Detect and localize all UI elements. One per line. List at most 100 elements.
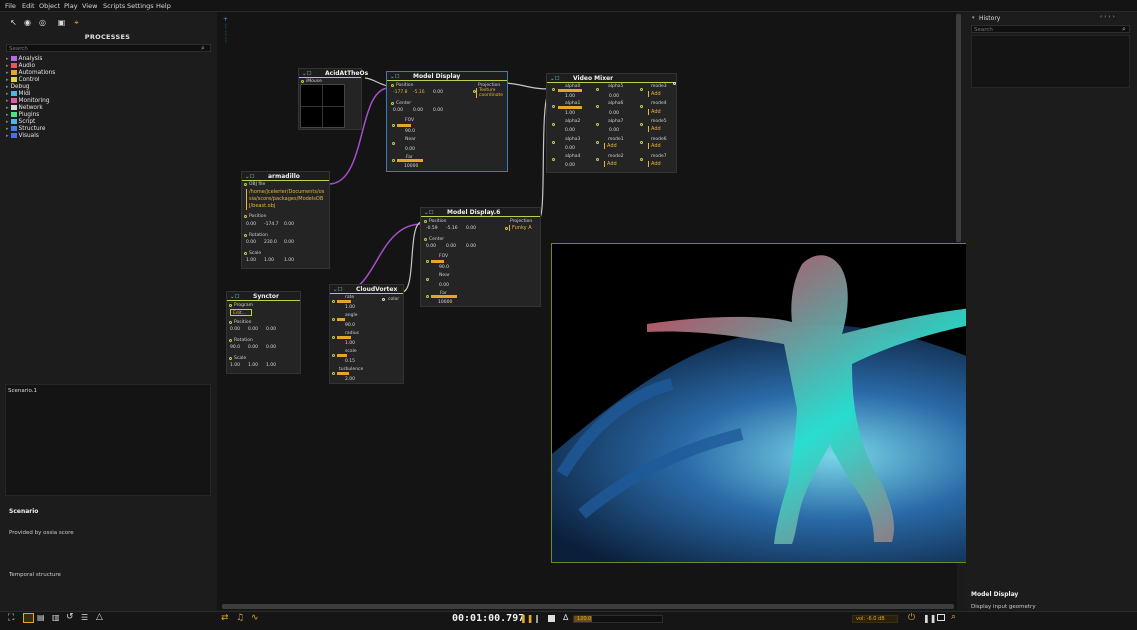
- tempo-field[interactable]: 120.0: [573, 615, 663, 623]
- slider-fill[interactable]: [337, 336, 351, 339]
- add-button[interactable]: Add: [648, 126, 661, 132]
- port[interactable]: [552, 158, 555, 161]
- port[interactable]: [426, 278, 429, 281]
- add-button[interactable]: Add: [604, 161, 617, 167]
- param-value[interactable]: 1.00: [266, 363, 276, 368]
- port[interactable]: [596, 105, 599, 108]
- param-value[interactable]: 0.00: [413, 108, 423, 113]
- port[interactable]: [640, 123, 643, 126]
- param-value[interactable]: 0.00: [433, 90, 443, 95]
- param-value[interactable]: 1.00: [284, 258, 294, 263]
- port[interactable]: [426, 260, 429, 263]
- param-value[interactable]: 0.00: [284, 240, 294, 245]
- slider-fill[interactable]: [397, 124, 411, 127]
- port[interactable]: [424, 238, 427, 241]
- output-port[interactable]: [673, 82, 676, 85]
- projection-value[interactable]: Funky A: [509, 225, 532, 231]
- param-value[interactable]: 0.00: [393, 108, 403, 113]
- param-value[interactable]: 0.00: [433, 108, 443, 113]
- port[interactable]: [391, 102, 394, 105]
- port[interactable]: [596, 88, 599, 91]
- port[interactable]: [391, 84, 394, 87]
- tree-item-control[interactable]: ▸ Control: [6, 77, 39, 84]
- slider-fill[interactable]: [337, 318, 345, 321]
- port[interactable]: [332, 336, 335, 339]
- menu-object[interactable]: Object: [39, 2, 60, 10]
- port[interactable]: [244, 234, 247, 237]
- param-value[interactable]: 0.00: [230, 327, 240, 332]
- curve-icon[interactable]: ∿: [251, 613, 259, 623]
- slider-fill[interactable]: [337, 300, 351, 303]
- add-button[interactable]: Add: [648, 91, 661, 97]
- param-value[interactable]: 0.00: [466, 244, 476, 249]
- port[interactable]: [392, 142, 395, 145]
- pause-all-icon[interactable]: ‖: [535, 614, 539, 623]
- node-title[interactable]: ⌄☐ CloudVortex: [330, 285, 403, 294]
- playhead-tool-icon[interactable]: ⌖: [72, 18, 81, 27]
- edit-button[interactable]: Edit...: [230, 309, 252, 316]
- port[interactable]: [552, 105, 555, 108]
- processes-search-input[interactable]: Search: [6, 44, 211, 52]
- port[interactable]: [332, 300, 335, 303]
- fullscreen-icon[interactable]: ⛶: [8, 613, 14, 623]
- screen-icon[interactable]: [937, 614, 945, 621]
- menu-play[interactable]: Play: [64, 2, 78, 10]
- tree-item-structure[interactable]: ▸ Structure: [6, 126, 45, 133]
- param-value[interactable]: -0.59: [426, 226, 438, 231]
- param-value[interactable]: 1.00: [246, 258, 256, 263]
- slider-fill[interactable]: [337, 354, 347, 357]
- param-value[interactable]: 0.00: [426, 244, 436, 249]
- horizontal-scrollbar[interactable]: [222, 604, 954, 609]
- slider-fill[interactable]: [431, 260, 444, 263]
- node-title[interactable]: ⌄☐ Video Mixer: [547, 74, 676, 83]
- scenario-tab[interactable]: Scenario.1: [8, 388, 37, 394]
- tree-item-midi[interactable]: ▸ Midi: [6, 91, 30, 98]
- power-icon[interactable]: ⏻: [908, 613, 915, 623]
- port[interactable]: [229, 357, 232, 360]
- param-value[interactable]: 0.00: [284, 222, 294, 227]
- menu-view[interactable]: View: [82, 2, 97, 10]
- node-title[interactable]: ⌄☐ armadillo: [242, 172, 329, 181]
- port[interactable]: [229, 321, 232, 324]
- port[interactable]: [392, 159, 395, 162]
- node-title[interactable]: ⌄☐ Model Display.6: [421, 208, 540, 217]
- port[interactable]: [596, 158, 599, 161]
- pause-icon[interactable]: ❚❚: [520, 614, 533, 623]
- loop-icon[interactable]: ⇄: [221, 613, 229, 623]
- history-nav-icons[interactable]: ‹‹››: [1100, 14, 1117, 20]
- tree-item-automations[interactable]: ▸ Automations: [6, 70, 55, 77]
- port[interactable]: [424, 220, 427, 223]
- add-button[interactable]: Add: [648, 161, 661, 167]
- state-tool-icon[interactable]: ◎: [38, 18, 47, 27]
- param-value[interactable]: 0.00: [246, 240, 256, 245]
- port[interactable]: [596, 123, 599, 126]
- slider-fill[interactable]: [558, 106, 582, 109]
- port[interactable]: [244, 215, 247, 218]
- port[interactable]: [552, 123, 555, 126]
- port[interactable]: [505, 227, 508, 230]
- pause-engine-icon[interactable]: ❚❚: [923, 614, 936, 623]
- slider-fill[interactable]: [397, 159, 423, 162]
- param-value[interactable]: 0.00: [246, 222, 256, 227]
- menu-file[interactable]: File: [5, 2, 16, 10]
- menu-edit[interactable]: Edit: [22, 2, 35, 10]
- port[interactable]: [244, 183, 247, 186]
- tree-item-script[interactable]: ▸ Script: [6, 119, 35, 126]
- port[interactable]: [596, 141, 599, 144]
- slider-fill[interactable]: [431, 295, 457, 298]
- folder-icon[interactable]: ▥: [52, 613, 60, 622]
- tree-item-audio[interactable]: ▸ Audio: [6, 63, 35, 70]
- output-port[interactable]: [382, 298, 385, 301]
- param-value[interactable]: 0.00: [248, 345, 258, 350]
- port[interactable]: [552, 141, 555, 144]
- tree-item-visuals[interactable]: ▸ Visuals: [6, 133, 39, 140]
- history-search-input[interactable]: Search: [971, 25, 1130, 33]
- port[interactable]: [426, 295, 429, 298]
- port[interactable]: [244, 252, 247, 255]
- param-value[interactable]: -5.16: [446, 226, 458, 231]
- menu-scripts[interactable]: Scripts: [103, 2, 125, 10]
- projection-value[interactable]: Texture coordinate: [476, 88, 507, 98]
- slider-fill[interactable]: [337, 372, 349, 375]
- layers-icon[interactable]: ▤: [37, 613, 45, 622]
- lock-tool-icon[interactable]: ▣: [57, 18, 66, 27]
